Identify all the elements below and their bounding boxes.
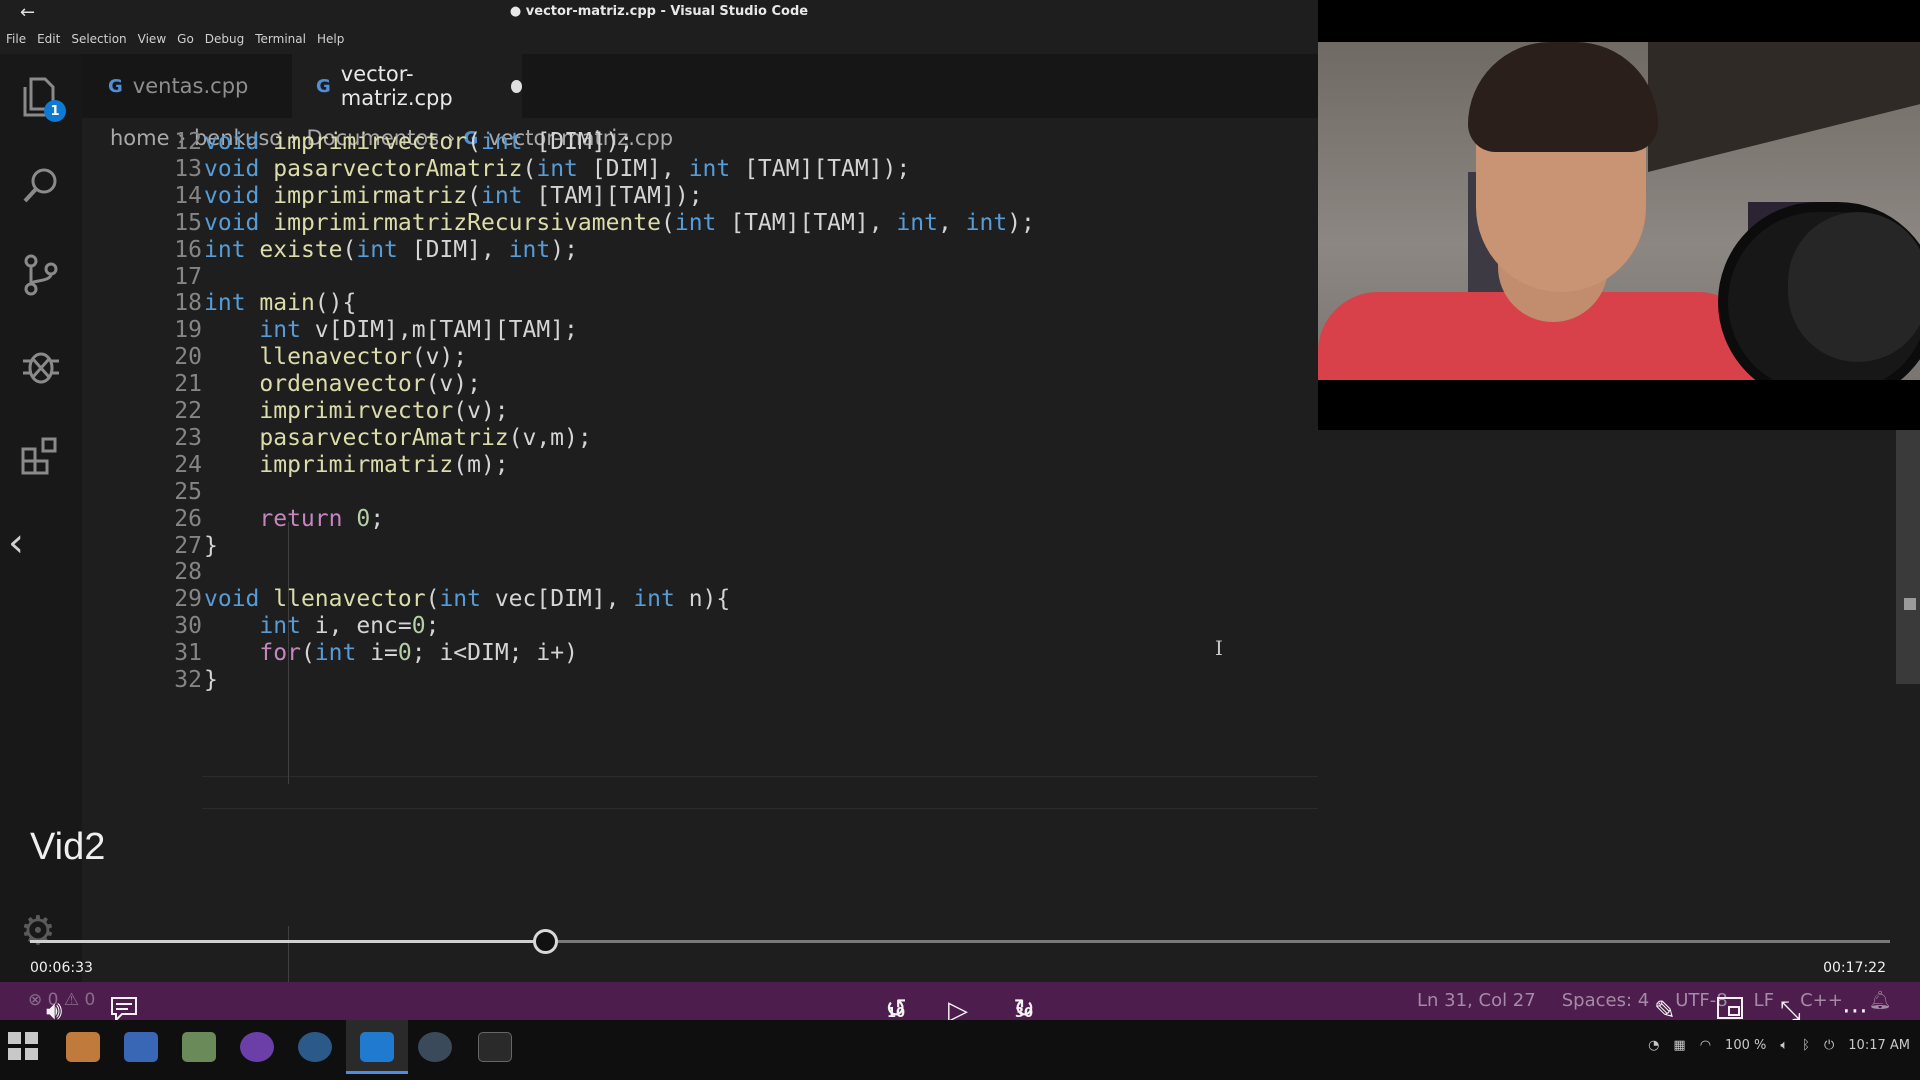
video-title: Vid2 (30, 826, 106, 868)
files-icon[interactable] (66, 1032, 100, 1062)
elapsed-time: 00:06:33 (30, 960, 93, 976)
cursor-position[interactable]: Ln 31, Col 27 (1417, 990, 1536, 1011)
menu-file[interactable]: File (6, 32, 26, 46)
code-text: } (204, 667, 218, 693)
title-bar: ← ● vector-matriz.cpp - Visual Studio Co… (0, 0, 1318, 24)
tab-vector-matriz[interactable]: G vector-matriz.cpp (292, 54, 522, 118)
calendar-icon[interactable]: ▦ (1673, 1038, 1685, 1053)
line-number: 32 (174, 667, 202, 693)
indentation[interactable]: Spaces: 4 (1562, 990, 1649, 1011)
explorer-badge: 1 (44, 100, 66, 122)
menu-selection[interactable]: Selection (71, 32, 126, 46)
vscode-icon[interactable] (360, 1032, 394, 1062)
window-manager-icon[interactable] (124, 1032, 158, 1062)
seek-progress (30, 940, 546, 943)
tab-label: ventas.cpp (132, 74, 249, 98)
cpp-file-icon: G (108, 75, 123, 97)
tab-bar: G ventas.cpp G vector-matriz.cpp (82, 54, 1318, 118)
line-ending[interactable]: LF (1754, 990, 1774, 1011)
language-mode[interactable]: C++ (1800, 990, 1843, 1011)
extensions-icon[interactable] (18, 432, 64, 478)
start-menu-icon[interactable] (8, 1032, 42, 1062)
network-icon[interactable]: ◔ (1648, 1038, 1659, 1053)
menu-terminal[interactable]: Terminal (255, 32, 306, 46)
terminal-icon[interactable] (478, 1032, 512, 1062)
code-editor[interactable]: 12 void imprimirvector(int [DIM]); 13 void … (82, 129, 1782, 992)
system-tray: ◔ ▦ ◠ 100 % 🔈︎ ᛒ ⏻ 10:17 AM (1648, 1038, 1910, 1053)
scrollbar-marker (1904, 598, 1916, 610)
menu-help[interactable]: Help (317, 32, 344, 46)
menu-go[interactable]: Go (177, 32, 194, 46)
bell-icon[interactable]: 🔔︎ (1869, 990, 1892, 1011)
skip-back-seconds: 10 (886, 1006, 906, 1021)
text-cursor-icon: I (1215, 636, 1223, 660)
unsaved-dot-icon[interactable] (511, 79, 522, 93)
search-icon[interactable] (18, 162, 64, 208)
taskbar (0, 1020, 1920, 1080)
total-duration: 00:17:22 (1823, 960, 1886, 976)
skip-forward-seconds: 30 (1014, 1006, 1034, 1021)
menu-edit[interactable]: Edit (37, 32, 60, 46)
menu-debug[interactable]: Debug (205, 32, 244, 46)
menu-bar: File Edit Selection View Go Debug Termin… (0, 24, 1318, 54)
chevron-left-icon[interactable]: ‹ (8, 520, 24, 566)
speaker-icon[interactable]: 🔈︎ (1780, 1038, 1788, 1053)
clock[interactable]: 10:17 AM (1848, 1038, 1910, 1053)
debug-icon[interactable] (18, 342, 64, 388)
webcam-video (1318, 42, 1920, 380)
headphones-app-icon[interactable] (298, 1032, 332, 1062)
tab-ventas[interactable]: G ventas.cpp (108, 54, 292, 118)
battery-level[interactable]: 100 % (1725, 1038, 1766, 1053)
media-player-icon[interactable] (182, 1032, 216, 1062)
steam-icon[interactable] (418, 1032, 452, 1062)
power-icon[interactable]: ⏻ (1824, 1038, 1834, 1053)
gear-icon[interactable]: ⚙ (20, 908, 56, 954)
cpp-file-icon: G (316, 75, 331, 97)
tab-label: vector-matriz.cpp (340, 62, 453, 110)
browser-icon[interactable] (240, 1032, 274, 1062)
menu-view[interactable]: View (138, 32, 166, 46)
wifi-icon[interactable]: ◠ (1700, 1038, 1711, 1053)
bluetooth-icon[interactable]: ᛒ (1802, 1038, 1810, 1053)
editor-scrollbar[interactable] (1896, 430, 1920, 684)
source-control-icon[interactable] (18, 252, 64, 298)
webcam-microphone-grille (1788, 212, 1920, 362)
editor-right-area[interactable] (1318, 430, 1920, 982)
window-title: ● vector-matriz.cpp - Visual Studio Code (509, 4, 809, 19)
